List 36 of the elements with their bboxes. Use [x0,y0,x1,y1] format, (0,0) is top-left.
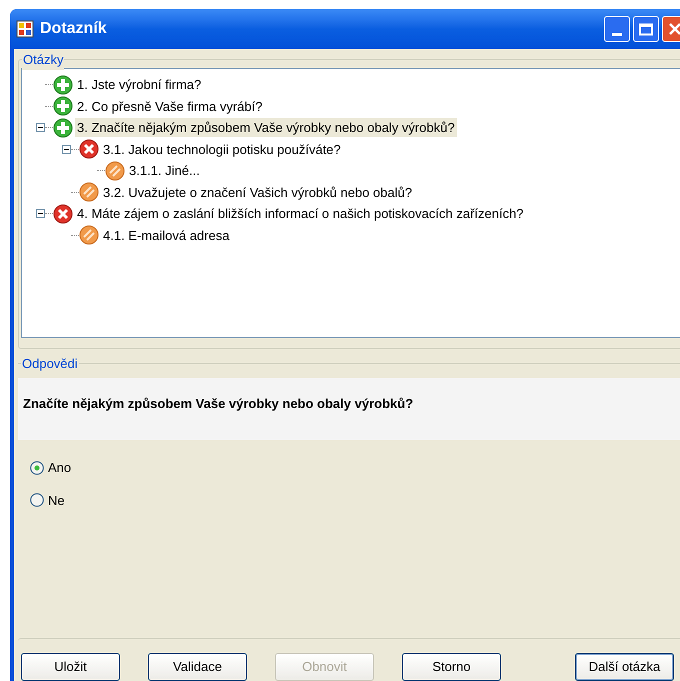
striped-circle-icon [105,160,125,181]
app-icon [16,20,34,38]
radio-label: Ne [48,492,65,510]
tree-item[interactable]: 4.1. E-mailová adresa [101,226,232,245]
striped-circle-icon [79,182,99,202]
tree-expander-icon[interactable] [62,144,71,154]
minimize-icon [612,33,622,36]
tree-item[interactable]: 1. Jste výrobní firma? [75,75,204,94]
close-icon [669,23,680,35]
tree-item[interactable]: 3. Značíte nějakým způsobem Vaše výrobky nebo obaly výrobků? [75,118,457,138]
radio-button[interactable] [30,493,44,508]
question-tree[interactable] [21,68,680,338]
striped-circle-icon [79,225,99,246]
x-circle-icon [53,204,73,224]
tree-expander-icon[interactable] [36,209,45,218]
dialog-button[interactable]: Další otázka [575,653,674,681]
radio-label: Ano [48,459,72,477]
radio-button[interactable] [30,460,44,475]
tree-item[interactable]: 3.2. Uvažujete o značení Vašich výrobků nebo obalů? [101,182,414,202]
x-circle-icon [79,139,99,160]
window-title: Dotazník [40,19,107,39]
tree-item[interactable]: 4. Máte zájem o zaslání bližších informací o našich potiskovacích zařízeních? [75,204,526,224]
maximize-button[interactable] [633,16,659,42]
plus-circle-icon [53,118,73,138]
tree-item[interactable]: 2. Co přesně Vaše firma vyrábí? [75,96,264,116]
tree-item[interactable]: 3.1. Jakou technologii potisku používáte? [101,140,343,159]
plus-circle-icon [53,96,73,116]
dialog-button[interactable]: Storno [402,653,501,681]
question-text: Značíte nějakým způsobem Vaše výrobky nebo obaly výrobků? [23,396,414,411]
dialog-button[interactable]: Validace [148,653,247,681]
dialog-button[interactable]: Uložit [21,653,120,681]
tree-expander-icon[interactable] [36,123,45,132]
tree-item[interactable]: 3.1.1. Jiné... [127,161,202,180]
maximize-icon [639,22,653,36]
plus-circle-icon [53,74,73,95]
minimize-button[interactable] [604,16,630,42]
